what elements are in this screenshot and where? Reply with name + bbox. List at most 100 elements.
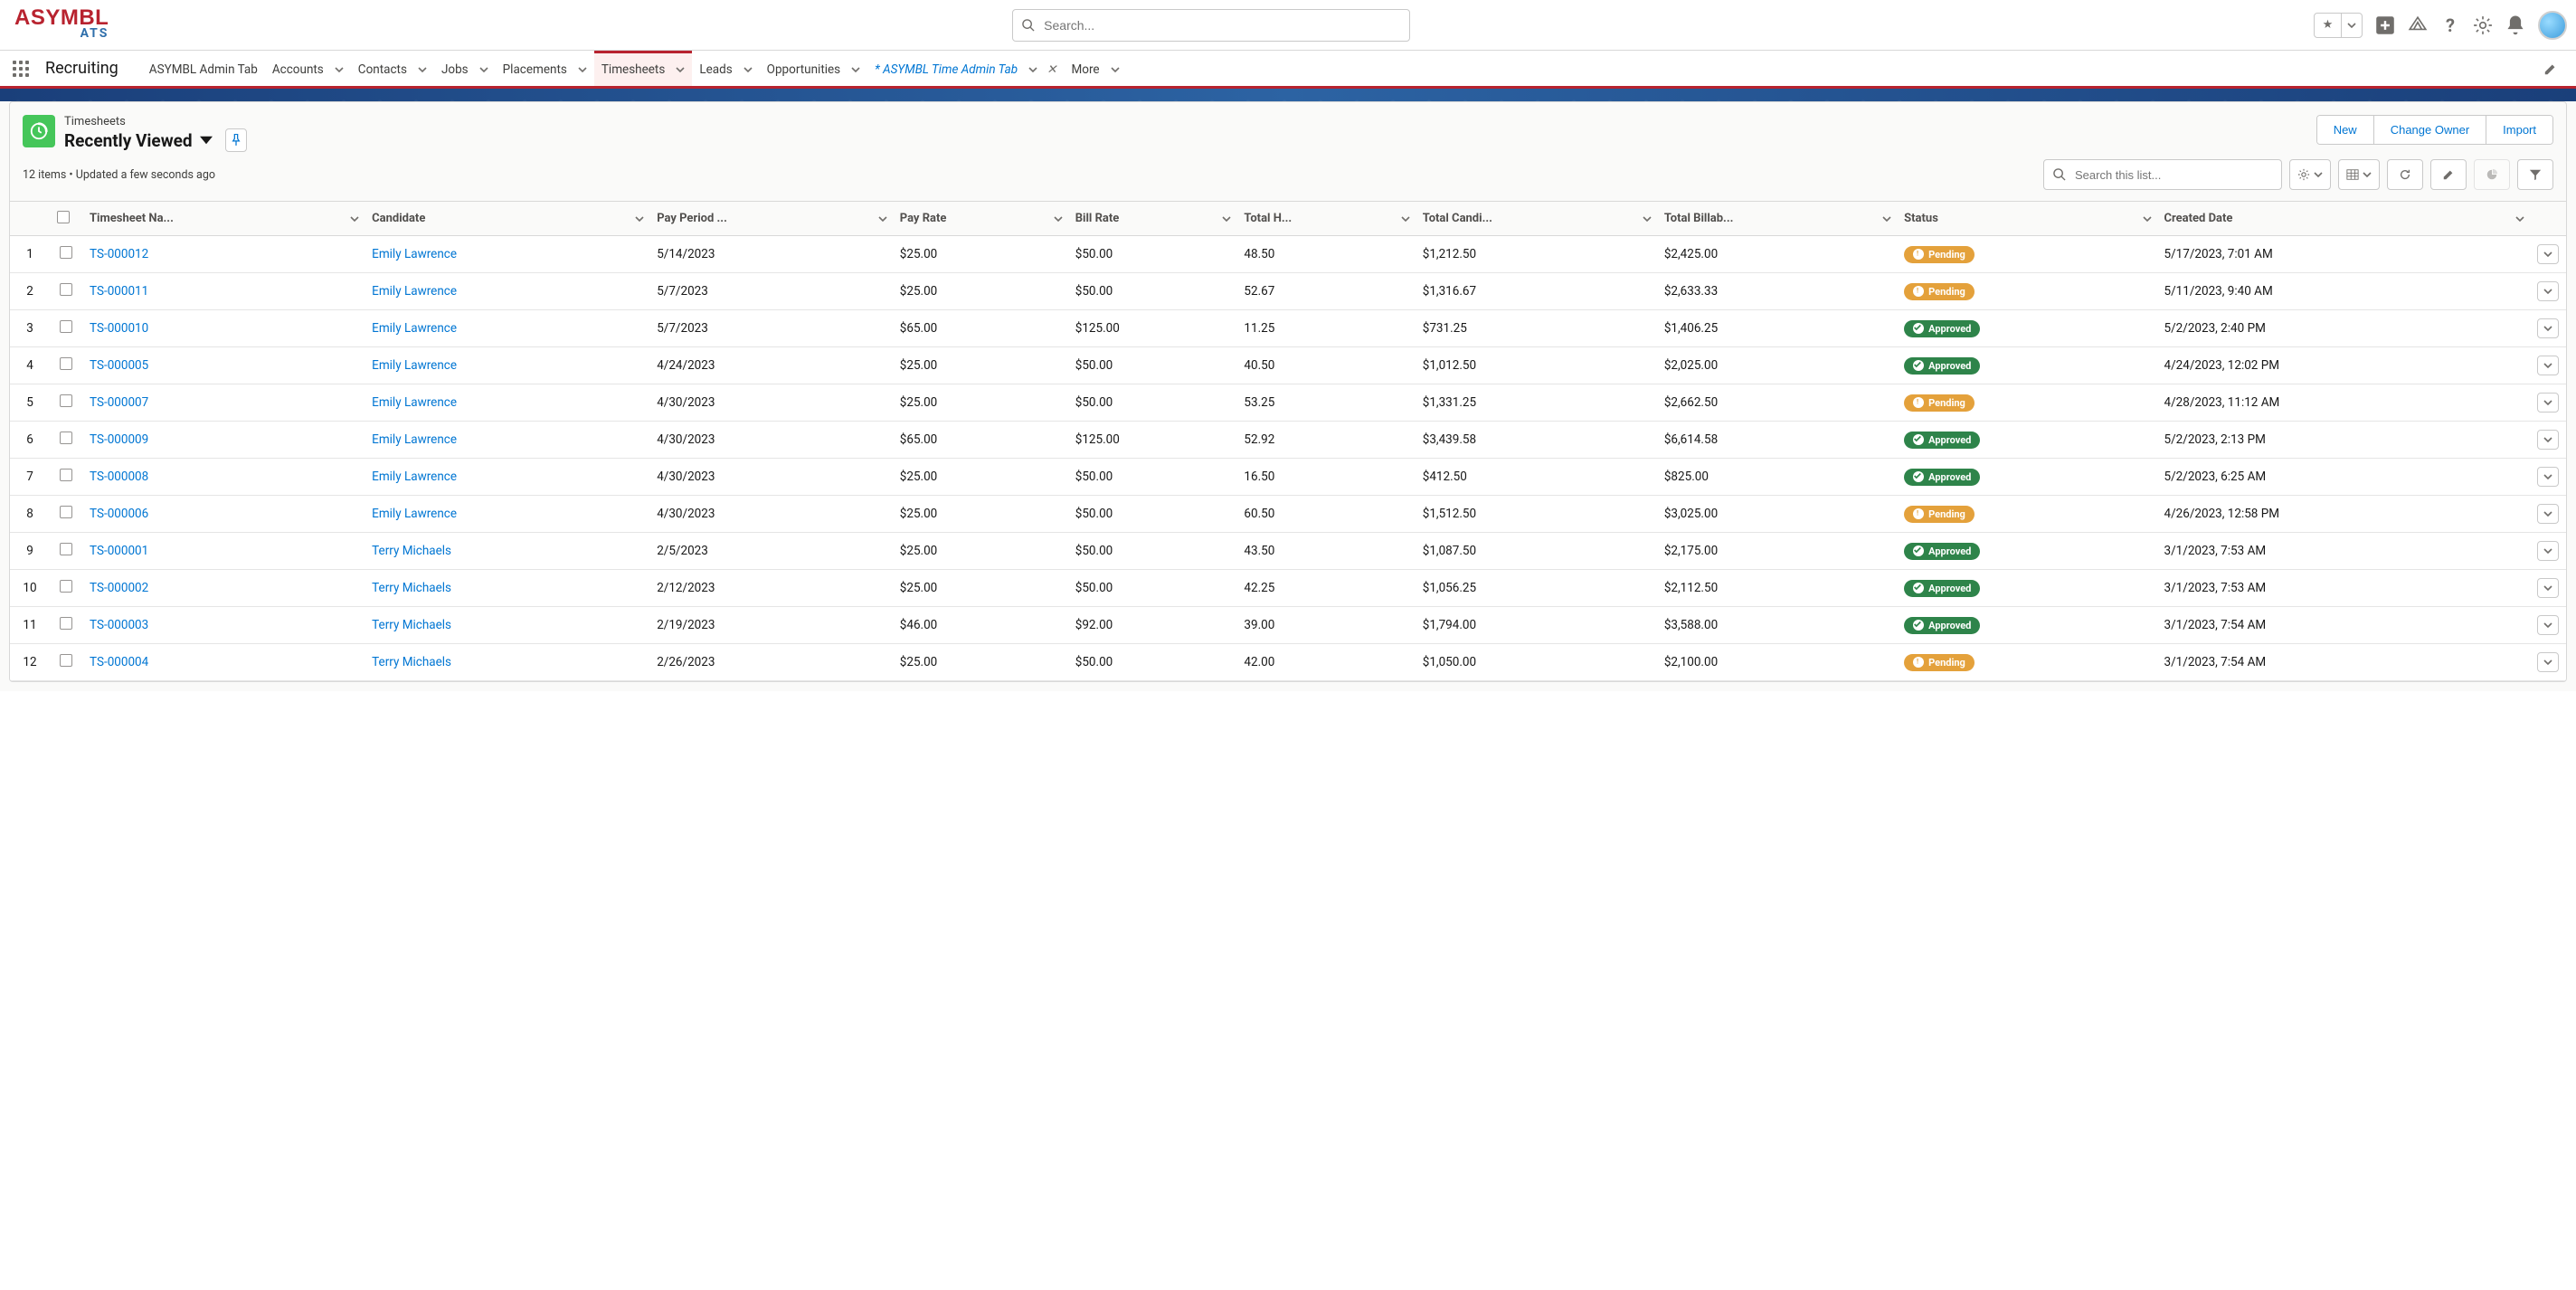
filter-button[interactable] [2517, 159, 2553, 190]
candidate-link[interactable]: Terry Michaels [372, 618, 451, 632]
nav-tab[interactable]: Contacts [351, 51, 434, 86]
display-as-button[interactable] [2338, 159, 2380, 190]
timesheet-link[interactable]: TS-000012 [90, 247, 148, 261]
chevron-down-icon[interactable] [635, 214, 644, 223]
pin-button[interactable] [225, 128, 247, 152]
chevron-down-icon[interactable] [1643, 214, 1652, 223]
row-actions-button[interactable] [2537, 356, 2559, 375]
row-checkbox[interactable] [60, 654, 72, 667]
chevron-down-icon[interactable] [878, 214, 887, 223]
row-checkbox[interactable] [60, 357, 72, 370]
chevron-down-icon[interactable] [2515, 214, 2524, 223]
candidate-link[interactable]: Emily Lawrence [372, 507, 457, 521]
row-actions-button[interactable] [2537, 467, 2559, 487]
row-actions-button[interactable] [2537, 504, 2559, 524]
timesheet-link[interactable]: TS-000005 [90, 358, 148, 373]
nav-tab[interactable]: Jobs [434, 51, 496, 86]
list-search[interactable] [2043, 159, 2282, 190]
global-search[interactable] [1012, 9, 1410, 42]
column-header[interactable]: Bill Rate [1068, 202, 1237, 236]
import-button[interactable]: Import [2486, 116, 2552, 144]
candidate-link[interactable]: Emily Lawrence [372, 321, 457, 336]
timesheet-link[interactable]: TS-000010 [90, 321, 148, 336]
column-header[interactable]: Total H... [1236, 202, 1415, 236]
row-checkbox[interactable] [60, 543, 72, 555]
chevron-down-icon[interactable] [1111, 65, 1120, 74]
column-header[interactable]: Total Billab... [1657, 202, 1897, 236]
chevron-down-icon[interactable] [578, 65, 587, 74]
row-actions-button[interactable] [2537, 281, 2559, 301]
chevron-down-icon[interactable] [851, 65, 860, 74]
refresh-button[interactable] [2387, 159, 2423, 190]
list-settings-button[interactable] [2289, 159, 2331, 190]
row-actions-button[interactable] [2537, 541, 2559, 561]
row-checkbox[interactable] [60, 617, 72, 630]
row-actions-button[interactable] [2537, 652, 2559, 672]
chevron-down-icon[interactable] [676, 65, 685, 74]
timesheet-link[interactable]: TS-000003 [90, 618, 148, 632]
chevron-down-icon[interactable] [350, 214, 359, 223]
select-all-checkbox[interactable] [57, 211, 70, 223]
nav-tab[interactable]: Accounts [265, 51, 351, 86]
candidate-link[interactable]: Emily Lawrence [372, 358, 457, 373]
row-checkbox[interactable] [60, 283, 72, 296]
avatar[interactable] [2538, 11, 2567, 40]
favorites-button[interactable]: ★ [2314, 13, 2363, 38]
nav-tab[interactable]: * ASYMBL Time Admin Tab✕ [867, 51, 1064, 86]
column-header[interactable]: Status [1897, 202, 2156, 236]
row-actions-button[interactable] [2537, 430, 2559, 450]
timesheet-link[interactable]: TS-000007 [90, 395, 148, 410]
row-actions-button[interactable] [2537, 393, 2559, 413]
chevron-down-icon[interactable] [479, 65, 488, 74]
row-checkbox[interactable] [60, 432, 72, 444]
candidate-link[interactable]: Terry Michaels [372, 655, 451, 669]
timesheet-link[interactable]: TS-000002 [90, 581, 148, 595]
row-actions-button[interactable] [2537, 244, 2559, 264]
candidate-link[interactable]: Emily Lawrence [372, 432, 457, 447]
edit-nav-icon[interactable] [2534, 62, 2567, 76]
close-icon[interactable]: ✕ [1046, 62, 1056, 77]
notifications-icon[interactable] [2505, 15, 2525, 35]
nav-tab[interactable]: Leads [692, 51, 759, 86]
app-launcher[interactable] [9, 51, 33, 86]
chevron-down-icon[interactable] [1028, 65, 1037, 74]
chevron-down-icon[interactable] [1054, 214, 1063, 223]
timesheet-link[interactable]: TS-000001 [90, 544, 148, 558]
nav-tab[interactable]: ASYMBL Admin Tab [142, 51, 265, 86]
row-checkbox[interactable] [60, 506, 72, 518]
column-header[interactable]: Pay Period ... [649, 202, 893, 236]
chevron-down-icon[interactable] [418, 65, 427, 74]
nav-tab[interactable]: Timesheets [594, 51, 692, 86]
row-checkbox[interactable] [60, 320, 72, 333]
timesheet-link[interactable]: TS-000008 [90, 470, 148, 484]
add-icon[interactable] [2375, 15, 2395, 35]
chevron-down-icon[interactable] [743, 65, 753, 74]
guidance-icon[interactable] [2408, 15, 2428, 35]
column-header[interactable]: Timesheet Na... [82, 202, 365, 236]
row-checkbox[interactable] [60, 394, 72, 407]
timesheet-link[interactable]: TS-000009 [90, 432, 148, 447]
settings-icon[interactable] [2473, 15, 2493, 35]
chevron-down-icon[interactable] [1401, 214, 1410, 223]
chevron-down-icon[interactable] [2143, 214, 2152, 223]
view-switcher[interactable]: Recently Viewed [64, 128, 247, 152]
global-search-input[interactable] [1044, 18, 1409, 33]
new-button[interactable]: New [2317, 116, 2373, 144]
candidate-link[interactable]: Terry Michaels [372, 581, 451, 595]
list-search-input[interactable] [2075, 168, 2281, 182]
row-actions-button[interactable] [2537, 318, 2559, 338]
chevron-down-icon[interactable] [335, 65, 344, 74]
row-checkbox[interactable] [60, 580, 72, 593]
row-checkbox[interactable] [60, 469, 72, 481]
candidate-link[interactable]: Terry Michaels [372, 544, 451, 558]
column-header[interactable]: Total Candi... [1416, 202, 1657, 236]
candidate-link[interactable]: Emily Lawrence [372, 395, 457, 410]
row-actions-button[interactable] [2537, 578, 2559, 598]
nav-tab[interactable]: Placements [496, 51, 594, 86]
nav-tab[interactable]: More [1064, 51, 1126, 86]
candidate-link[interactable]: Emily Lawrence [372, 470, 457, 484]
candidate-link[interactable]: Emily Lawrence [372, 284, 457, 299]
edit-list-button[interactable] [2430, 159, 2467, 190]
help-icon[interactable]: ? [2440, 15, 2460, 35]
chevron-down-icon[interactable] [1222, 214, 1231, 223]
